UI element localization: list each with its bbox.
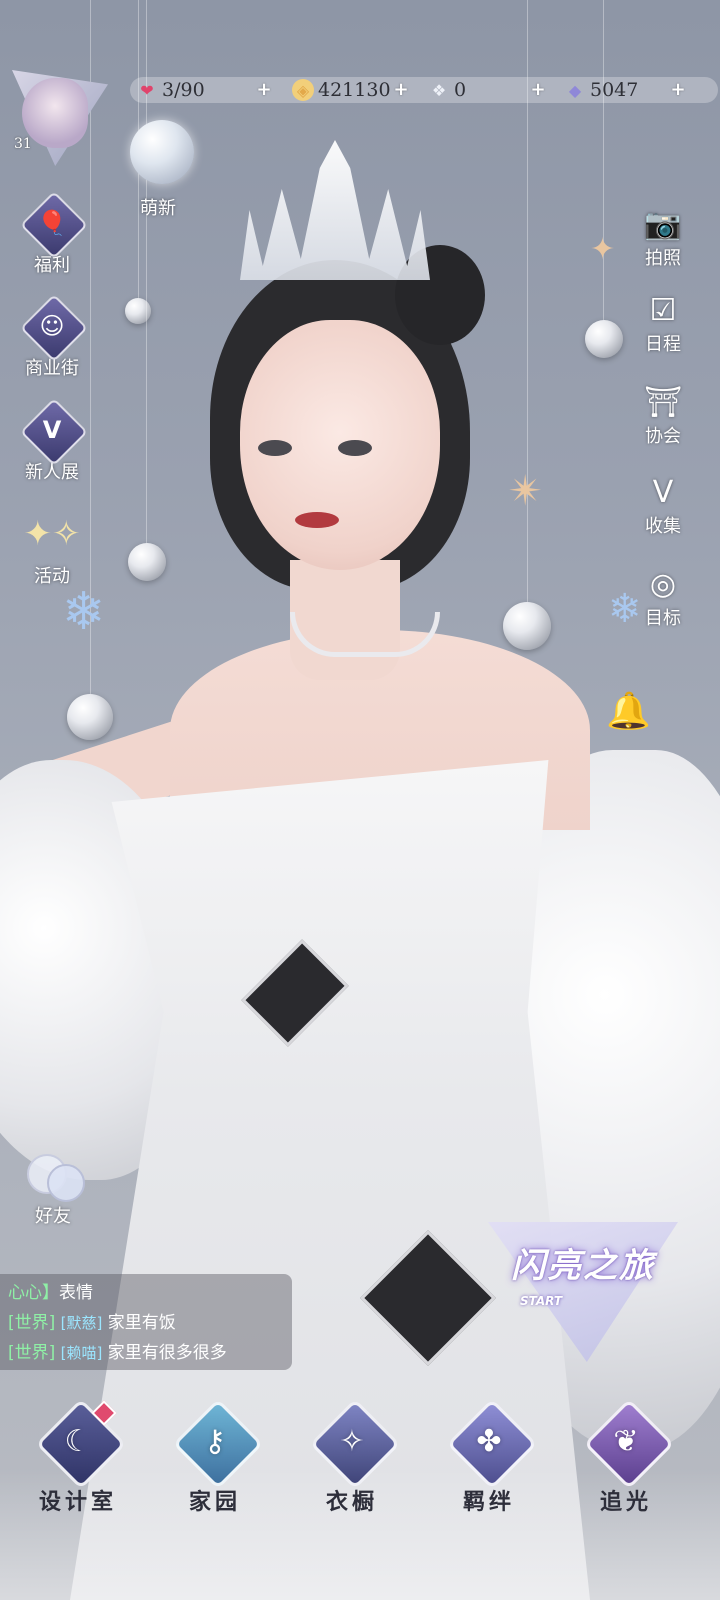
player-level: 31	[14, 136, 32, 152]
chat-text: 表情	[59, 1283, 93, 1303]
chat-nickname: [赖喵]	[60, 1344, 103, 1362]
guild-building-icon: ⛩	[643, 384, 683, 420]
butterfly-light-icon: ❦	[613, 1423, 639, 1459]
nav-design-room-label: 设计室	[38, 1489, 117, 1515]
camera-icon: 📷	[644, 206, 682, 242]
menu-schedule[interactable]: ☑ 日程	[633, 290, 693, 356]
menu-shopping-street[interactable]: ☺ 商业街	[14, 294, 90, 380]
menu-goals[interactable]: ◎ 目标	[633, 564, 693, 630]
menu-collection-label: 收集	[645, 516, 681, 537]
collection-v-icon: V	[652, 474, 674, 510]
stamina-counter: ❤ 3/90	[136, 77, 205, 103]
pearl-ornament	[128, 543, 166, 581]
character-lips	[295, 512, 339, 528]
menu-events[interactable]: ✦✧ 活动	[20, 506, 84, 588]
key-home-icon: ⚷	[204, 1423, 226, 1459]
diamond-icon: ◆	[568, 80, 582, 100]
chat-text: 家里有饭	[107, 1313, 176, 1333]
menu-guild-label: 协会	[645, 426, 681, 447]
nav-design-room[interactable]: ☾ 设计室	[23, 1398, 133, 1516]
pearl-ornament	[585, 320, 623, 358]
menu-schedule-label: 日程	[645, 334, 681, 355]
chat-sender: 心心】	[8, 1283, 59, 1303]
character-eye	[338, 440, 372, 456]
event-banner-title[interactable]: 闪亮之旅	[488, 1238, 678, 1287]
ornament-string	[603, 0, 604, 320]
nav-chase-light-label: 追光	[599, 1489, 652, 1515]
diamond-necklace	[290, 612, 440, 657]
newbie-bubble-icon[interactable]	[130, 120, 194, 184]
menu-events-label: 活动	[34, 566, 70, 587]
nav-wardrobe[interactable]: ✧ 衣橱	[297, 1398, 407, 1516]
target-medal-icon: ◎	[649, 566, 677, 602]
newbie-label[interactable]: 萌新	[140, 194, 176, 220]
nav-bonds[interactable]: ✤ 羁绊	[434, 1398, 544, 1516]
heart-gem-icon: ❤	[140, 80, 154, 100]
nav-bonds-label: 羁绊	[462, 1489, 515, 1515]
hot-air-balloon-icon: 🎈	[37, 209, 67, 237]
nav-home[interactable]: ⚷ 家园	[160, 1398, 270, 1516]
gold-coin-icon: ◈	[292, 79, 314, 101]
menu-new-exhibit[interactable]: V 新人展	[14, 398, 90, 484]
calendar-check-icon: ☑	[649, 292, 677, 328]
menu-collection[interactable]: V 收集	[633, 472, 693, 538]
crystal-flower-icon: ❖	[431, 80, 447, 100]
menu-guild[interactable]: ⛩ 协会	[633, 382, 693, 448]
friends-button[interactable]: 好友	[20, 1150, 86, 1228]
pearl-ornament	[67, 694, 113, 740]
character-eye	[258, 440, 292, 456]
nav-chase-light[interactable]: ❦ 追光	[571, 1398, 681, 1516]
stars-icon: ✦✧	[23, 514, 81, 554]
chat-panel[interactable]: 心心】表情 [世界] [默慈] 家里有饭 [世界] [赖喵] 家里有很多很多	[0, 1274, 292, 1370]
star-ornament: ✴	[508, 466, 544, 515]
chat-bubbles-icon	[23, 1150, 85, 1202]
stamina-value: 3/90	[162, 79, 205, 101]
diamond-value: 5047	[590, 79, 639, 101]
menu-goals-label: 目标	[645, 608, 681, 629]
new-exhibit-icon: V	[42, 416, 62, 444]
crystal-wardrobe-icon: ✧	[339, 1423, 365, 1459]
menu-welfare[interactable]: 🎈 福利	[20, 191, 88, 277]
crystal-counter: ❖ 0	[428, 77, 466, 103]
crystal-crown	[240, 140, 430, 280]
menu-photo[interactable]: 📷 拍照	[633, 204, 693, 270]
event-banner-start: START	[520, 1294, 563, 1308]
add-stamina-button[interactable]: +	[254, 80, 274, 100]
chat-channel: [世界]	[8, 1313, 56, 1333]
snowflake-ornament: ❄	[62, 582, 106, 642]
shopping-bag-icon: ☺	[39, 312, 65, 340]
chat-channel: [世界]	[8, 1343, 56, 1363]
chat-nickname: [默慈]	[60, 1314, 103, 1332]
add-crystal-button[interactable]: +	[528, 80, 548, 100]
chat-message: 心心】表情	[8, 1278, 284, 1308]
star-ornament: ✦	[590, 232, 616, 267]
clover-bond-icon: ✤	[476, 1423, 502, 1459]
chat-message: [世界] [默慈] 家里有饭	[8, 1308, 284, 1338]
chat-message: [世界] [赖喵] 家里有很多很多	[8, 1338, 284, 1368]
nav-home-label: 家园	[188, 1489, 241, 1515]
pearl-ornament	[503, 602, 551, 650]
gold-counter: ◈ 421130	[292, 77, 391, 103]
chat-text: 家里有很多很多	[107, 1343, 227, 1363]
add-diamond-button[interactable]: +	[668, 80, 688, 100]
friends-label: 好友	[35, 1206, 71, 1227]
nav-wardrobe-label: 衣橱	[325, 1489, 378, 1515]
pearl-ornament	[125, 298, 151, 324]
bell-ornament: 🔔	[606, 691, 651, 732]
gold-value: 421130	[318, 79, 391, 101]
add-gold-button[interactable]: +	[391, 80, 411, 100]
diamond-counter: ◆ 5047	[564, 77, 639, 103]
menu-photo-label: 拍照	[645, 248, 681, 269]
crystal-value: 0	[454, 79, 467, 101]
character-hair-bun	[395, 245, 485, 345]
